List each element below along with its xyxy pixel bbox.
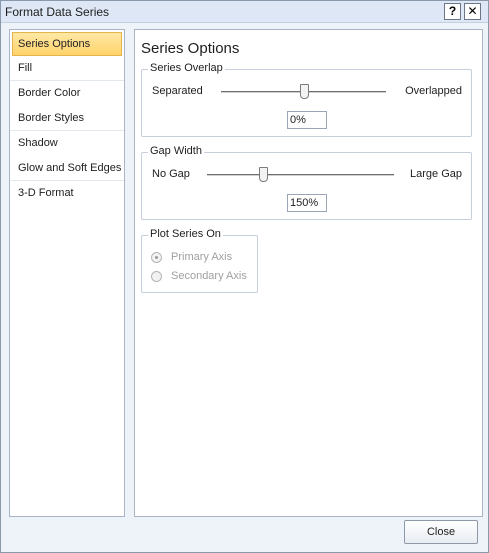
series-overlap-label: Series Overlap xyxy=(148,62,225,74)
series-overlap-input[interactable]: 0% xyxy=(287,111,327,129)
plot-series-on-label: Plot Series On xyxy=(148,228,223,240)
nav-item-border-styles[interactable]: Border Styles xyxy=(10,106,124,131)
close-icon[interactable]: ✕ xyxy=(464,3,481,20)
series-overlap-slider[interactable] xyxy=(299,84,309,99)
primary-axis-label: Primary Axis xyxy=(171,251,233,263)
nav-item-series-options[interactable]: Series Options xyxy=(12,32,122,56)
close-button[interactable]: Close xyxy=(404,520,478,544)
options-panel: Series Options Series Overlap Separated … xyxy=(134,29,483,517)
separated-label: Separated xyxy=(152,85,203,97)
radio-icon[interactable] xyxy=(151,271,162,282)
nav-item-glow-soft-edges[interactable]: Glow and Soft Edges xyxy=(10,156,124,181)
title-bar: Format Data Series ? ✕ xyxy=(1,1,488,23)
format-data-series-dialog: Format Data Series ? ✕ Series Options Fi… xyxy=(0,0,489,553)
gap-width-track[interactable] xyxy=(207,174,394,176)
overlapped-label: Overlapped xyxy=(405,85,462,97)
nav-item-fill[interactable]: Fill xyxy=(10,56,124,81)
radio-icon[interactable] xyxy=(151,252,162,263)
window-title: Format Data Series xyxy=(5,5,110,19)
gap-width-slider[interactable] xyxy=(259,167,269,182)
series-overlap-group: Series Overlap Separated Overlapped 0% xyxy=(141,62,472,137)
secondary-axis-label: Secondary Axis xyxy=(171,270,247,282)
large-gap-label: Large Gap xyxy=(410,168,462,180)
panel-title: Series Options xyxy=(141,40,240,57)
category-nav: Series Options Fill Border Color Border … xyxy=(9,29,125,517)
gap-width-input[interactable]: 150% xyxy=(287,194,327,212)
plot-series-on-group: Plot Series On Primary Axis Secondary Ax… xyxy=(141,228,258,293)
gap-width-label: Gap Width xyxy=(148,145,204,157)
nav-item-3d-format[interactable]: 3-D Format xyxy=(10,181,124,206)
help-icon[interactable]: ? xyxy=(444,3,461,20)
nav-item-border-color[interactable]: Border Color xyxy=(10,81,124,106)
gap-width-group: Gap Width No Gap Large Gap 150% xyxy=(141,145,472,220)
no-gap-label: No Gap xyxy=(152,168,190,180)
nav-item-shadow[interactable]: Shadow xyxy=(10,131,124,156)
